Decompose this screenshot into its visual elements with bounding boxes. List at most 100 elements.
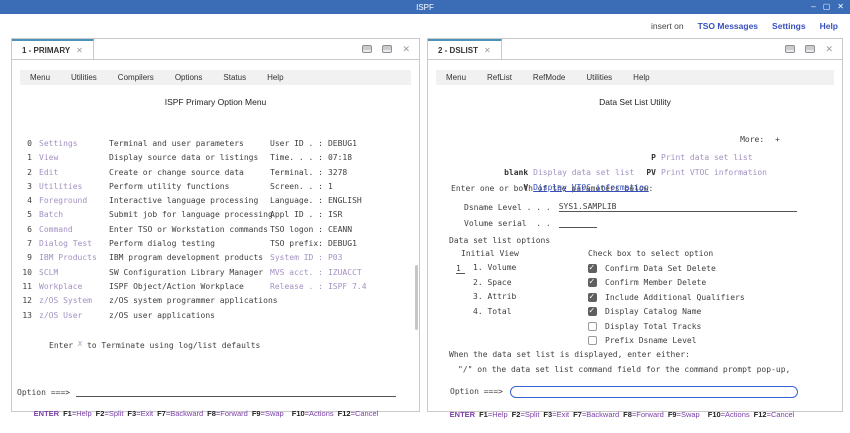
initial-view-heading: Initial View — [461, 249, 519, 258]
menu-item-menu[interactable]: Menu — [446, 70, 466, 85]
option-label-sclm[interactable]: SCLM — [39, 266, 109, 280]
option-label-zos-system[interactable]: z/OS System — [39, 294, 109, 308]
fkey-f9: F9 — [667, 410, 677, 419]
checkbox-row: Confirm Data Set Delete — [588, 261, 842, 276]
status-field: Language. : ENGLISH — [270, 196, 362, 206]
help-link[interactable]: Help — [820, 21, 838, 31]
status-field: Appl ID . : ISR — [270, 210, 343, 220]
swap-screen-icon[interactable] — [805, 45, 816, 53]
maximize-icon[interactable]: ▢ — [823, 0, 831, 14]
initial-view-row: 3. Attrib — [456, 290, 588, 305]
option-label-utilities[interactable]: Utilities — [39, 180, 109, 194]
menu-item-help[interactable]: Help — [267, 70, 283, 85]
option-description: Display source data or listings — [109, 153, 259, 163]
checkbox-include-additional-qualifiers[interactable] — [588, 292, 597, 302]
menu-item-utilities[interactable]: Utilities — [71, 70, 97, 85]
initial-view-item: 3. Attrib — [473, 292, 517, 301]
window-controls: – ▢ ✕ — [811, 0, 844, 14]
primary-option-row: 2 Edit Create or change source data Term… — [12, 166, 419, 180]
panel-primary: 1 - PRIMARY ✕ ✕ Menu Utilities Compilers… — [11, 38, 420, 418]
open-screen-icon[interactable] — [362, 45, 373, 53]
menu-item-reflist[interactable]: RefList — [487, 70, 512, 85]
option-label-workplace[interactable]: Workplace — [39, 280, 109, 294]
display-vtoc-link[interactable]: Display VTOC information — [533, 183, 649, 192]
fkey-f10: F10 — [707, 410, 721, 419]
primary-option-row: 5 Batch Submit job for language processi… — [12, 208, 419, 222]
tab-dslist[interactable]: 2 - DSLIST ✕ — [428, 39, 502, 59]
menu-item-help[interactable]: Help — [633, 70, 649, 85]
close-icon[interactable]: ✕ — [837, 0, 844, 14]
option-number: 6 — [27, 224, 32, 234]
dslist-tabbar: 2 - DSLIST ✕ ✕ — [428, 39, 842, 60]
window-titlebar: ISPF – ▢ ✕ — [0, 0, 850, 14]
tab-dslist-close-icon[interactable]: ✕ — [484, 46, 491, 55]
option-description: z/OS system programmer applications — [109, 296, 278, 306]
tab-primary-close-icon[interactable]: ✕ — [76, 46, 83, 55]
dsname-level-input[interactable]: SYS1.SAMPLIB — [558, 201, 797, 212]
checkbox-display-catalog-name[interactable] — [588, 306, 597, 317]
primary-tab-actions: ✕ — [362, 39, 419, 59]
option-description: IBM program development products — [109, 253, 264, 263]
option-input[interactable] — [75, 386, 396, 397]
primary-option-row: 10 SCLM SW Configuration Library Manager… — [12, 266, 419, 280]
option-description: Enter TSO or Workstation commands — [109, 224, 268, 234]
option-prompt-label: Option ===> — [17, 387, 70, 397]
option-prompt-label: Option ===> — [450, 387, 503, 396]
checkbox-prefix-dsname-level[interactable] — [588, 336, 597, 346]
option-number: 4 — [27, 196, 32, 206]
fkey-f12: F12 — [753, 410, 767, 419]
initial-view-input[interactable]: 1 — [456, 263, 465, 274]
more-plus: + — [775, 135, 780, 144]
tso-messages-link[interactable]: TSO Messages — [698, 21, 758, 31]
primary-option-row: 12 z/OS System z/OS system programmer ap… — [12, 294, 419, 308]
initial-view-item: 1. Volume — [473, 263, 517, 272]
volume-serial-row: Volume serial . . — [428, 216, 842, 228]
initial-view-item: 4. Total — [473, 306, 512, 316]
checkbox-row: Display Catalog Name — [588, 305, 842, 320]
option-label-zos-user[interactable]: z/OS User — [39, 309, 109, 323]
menu-item-status[interactable]: Status — [223, 70, 246, 85]
checkbox-display-total-tracks[interactable] — [588, 321, 597, 331]
dslist-menubar: Menu RefList RefMode Utilities Help — [436, 70, 834, 85]
swap-screen-icon[interactable] — [382, 45, 393, 53]
option-label-command[interactable]: Command — [39, 223, 109, 237]
status-field: System ID : P03 — [270, 253, 343, 263]
option-label-batch[interactable]: Batch — [39, 208, 109, 222]
option-description: SW Configuration Library Manager — [109, 267, 264, 277]
panel-title: Data Set List Utility — [599, 97, 671, 107]
menu-item-refmode[interactable]: RefMode — [533, 70, 565, 85]
menu-item-utilities[interactable]: Utilities — [586, 70, 612, 85]
option-number: 11 — [22, 281, 32, 291]
menu-item-options[interactable]: Options — [175, 70, 203, 85]
menu-item-menu[interactable]: Menu — [30, 70, 50, 85]
tab-primary-label: 1 - PRIMARY — [22, 45, 71, 55]
option-label-edit[interactable]: Edit — [39, 166, 109, 180]
option-label-ibm-products[interactable]: IBM Products — [39, 251, 109, 265]
checkbox-confirm-dataset-delete[interactable] — [588, 263, 597, 273]
checkbox-confirm-member-delete[interactable] — [588, 277, 597, 288]
close-panel-icon[interactable]: ✕ — [825, 44, 833, 54]
close-panel-icon[interactable]: ✕ — [402, 44, 410, 54]
option-input-focused[interactable] — [509, 385, 798, 398]
settings-link[interactable]: Settings — [772, 21, 806, 31]
open-screen-icon[interactable] — [785, 45, 796, 53]
panel-dslist: 2 - DSLIST ✕ ✕ Menu RefList RefMode Util… — [427, 38, 843, 419]
checkbox-column: Check box to select option Confirm Data … — [588, 249, 842, 348]
option-description: z/OS user applications — [109, 310, 215, 320]
option-label-foreground[interactable]: Foreground — [39, 194, 109, 208]
panel-title: ISPF Primary Option Menu — [164, 97, 267, 107]
scrollbar-thumb[interactable] — [415, 265, 418, 330]
tab-primary[interactable]: 1 - PRIMARY ✕ — [12, 39, 94, 59]
menu-item-compilers[interactable]: Compilers — [118, 70, 154, 85]
dslist-options-heading: Data set list options — [449, 236, 551, 245]
initial-view-row: 2. Space — [456, 276, 588, 291]
option-label-dialog-test[interactable]: Dialog Test — [39, 237, 109, 251]
status-field: MVS acct. : IZUACCT — [270, 267, 362, 277]
checkbox-row: Display Total Tracks — [588, 319, 842, 334]
option-label-settings[interactable]: Settings — [39, 137, 109, 151]
minimize-icon[interactable]: – — [811, 0, 815, 14]
volume-serial-input[interactable] — [558, 217, 597, 228]
option-label-view[interactable]: View — [39, 151, 109, 165]
initial-view-item: 2. Space — [473, 277, 512, 287]
status-field: Release . : ISPF 7.4 — [270, 281, 367, 291]
